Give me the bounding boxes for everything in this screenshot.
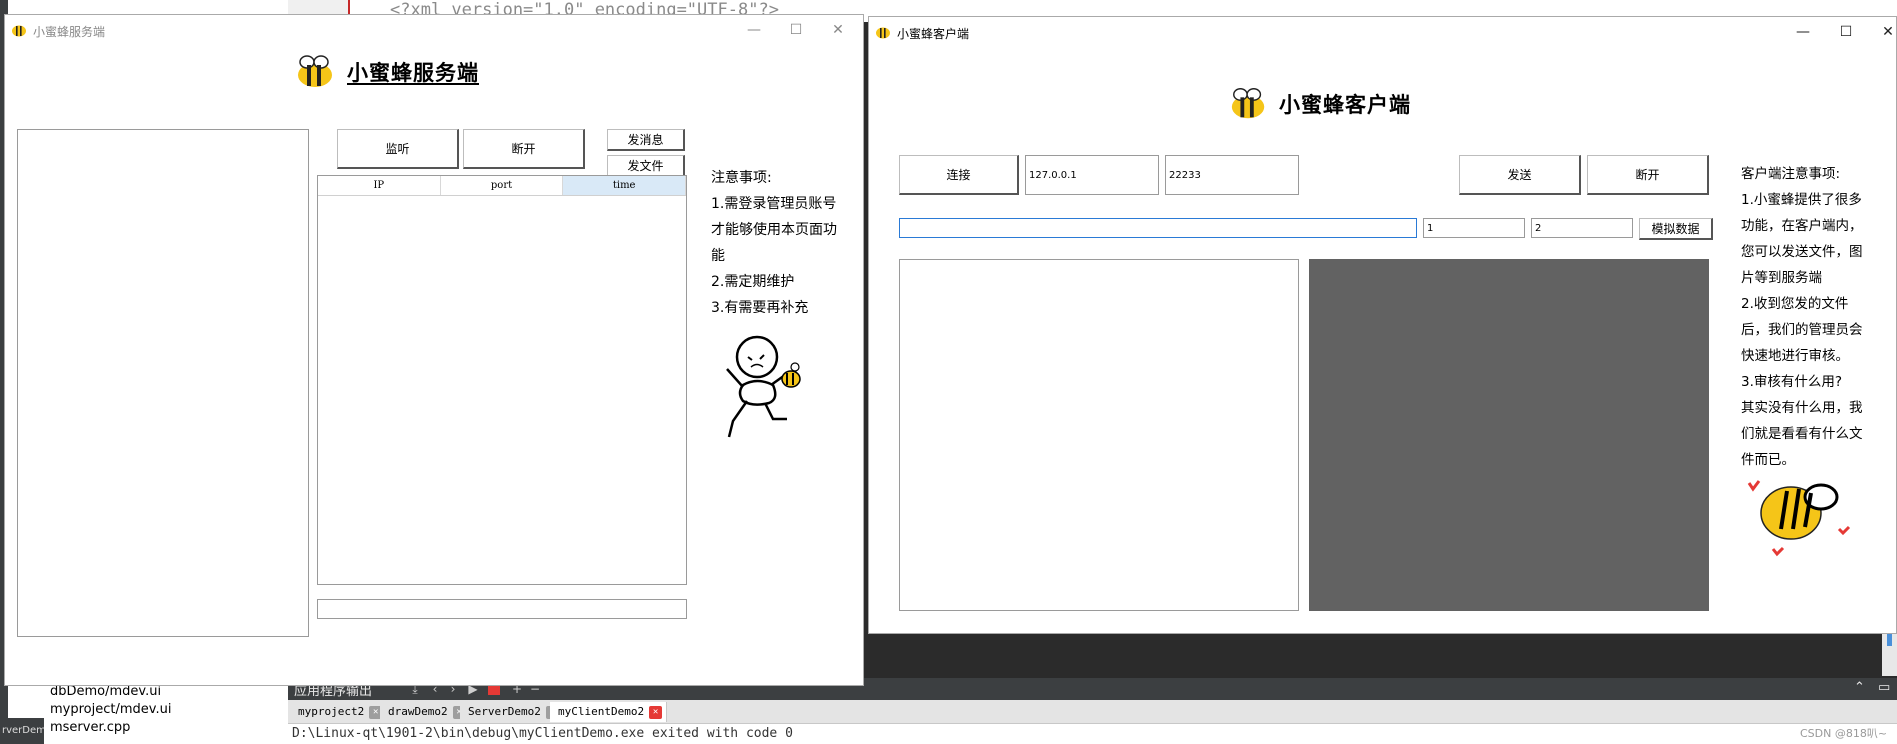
client-notes: 客户端注意事项: 1.小蜜蜂提供了很多 功能，在客户端内， 您可以发送文件，图 … bbox=[1741, 161, 1863, 473]
note-line: 1.需登录管理员账号 bbox=[711, 196, 837, 212]
close-icon[interactable]: ✕ bbox=[827, 19, 849, 41]
minimize-icon[interactable]: — bbox=[743, 19, 765, 41]
note-line: 片等到服务端 bbox=[1741, 270, 1822, 286]
note-line: 2.需定期维护 bbox=[711, 274, 795, 290]
note-line: 们就是看看有什么文 bbox=[1741, 426, 1863, 442]
ide-side-label: rverDemo bbox=[0, 718, 44, 744]
send-button[interactable]: 发送 bbox=[1459, 155, 1581, 195]
note-line: 3.审核有什么用? bbox=[1741, 374, 1843, 390]
note-line: 注意事项: bbox=[711, 170, 772, 186]
bee-logo-icon bbox=[1231, 88, 1265, 119]
note-line: 功能，在客户端内， bbox=[1741, 218, 1863, 234]
project-file[interactable]: myproject/mdev.ui bbox=[50, 702, 171, 717]
server-window: 小蜜蜂服务端 — ☐ ✕ 小蜜蜂服务端 监听 断开 发消息 发文件 IP por… bbox=[4, 14, 864, 686]
note-line: 2.收到您发的文件 bbox=[1741, 296, 1849, 312]
table-header: IP port time bbox=[318, 176, 687, 196]
connect-button[interactable]: 连接 bbox=[899, 155, 1019, 195]
window-title: 小蜜蜂服务端 bbox=[33, 25, 106, 39]
note-line: 客户端注意事项: bbox=[1741, 166, 1841, 182]
server-client-area: 小蜜蜂服务端 监听 断开 发消息 发文件 IP port time 注意事项: … bbox=[5, 45, 863, 685]
send-file-button[interactable]: 发文件 bbox=[607, 155, 685, 177]
close-icon[interactable]: ✕ bbox=[1877, 21, 1897, 43]
watermark: CSDN @818叭~ bbox=[1800, 727, 1888, 740]
client-client-area: 小蜜蜂客户端 连接 发送 断开 模拟数据 客户端注意事项: 1.小蜜蜂提供了很多… bbox=[869, 47, 1896, 633]
close-icon[interactable]: ✕ bbox=[649, 706, 663, 719]
client-title: 小蜜蜂客户端 bbox=[1279, 93, 1411, 117]
server-heading: 小蜜蜂服务端 bbox=[295, 55, 479, 89]
disconnect-button[interactable]: 断开 bbox=[463, 129, 585, 169]
tab-drawdemo2[interactable]: drawDemo2✕ bbox=[380, 702, 471, 722]
stick-figure-doodle bbox=[726, 335, 801, 438]
ide-project-tree: dbDemo/mdev.ui myproject/mdev.ui mserver… bbox=[8, 680, 288, 744]
project-file[interactable]: dbDemo/mdev.ui bbox=[50, 684, 161, 699]
connection-table[interactable]: IP port time bbox=[317, 175, 687, 585]
ip-field[interactable] bbox=[1025, 155, 1159, 195]
column-header-time[interactable]: time bbox=[563, 176, 687, 195]
server-notes: 注意事项: 1.需登录管理员账号 才能够使用本页面功 能 2.需定期维护 3.有… bbox=[711, 165, 837, 321]
client-disconnect-button[interactable]: 断开 bbox=[1587, 155, 1709, 195]
bee-icon bbox=[12, 25, 26, 37]
maximize-icon[interactable]: ☐ bbox=[785, 19, 807, 41]
server-title: 小蜜蜂服务端 bbox=[347, 61, 479, 85]
tab-myproject2[interactable]: myproject2 ✕ bbox=[290, 702, 388, 722]
note-line: 才能够使用本页面功 bbox=[711, 222, 837, 238]
tab-label: myClientDemo2 bbox=[558, 705, 645, 718]
send-message-button[interactable]: 发消息 bbox=[607, 129, 685, 151]
simulate-data-button[interactable]: 模拟数据 bbox=[1639, 218, 1713, 240]
image-display-panel bbox=[1309, 259, 1709, 611]
field-2-input[interactable] bbox=[1531, 218, 1633, 238]
tab-label: myproject2 bbox=[298, 705, 365, 718]
server-titlebar[interactable]: 小蜜蜂服务端 — ☐ ✕ bbox=[5, 15, 863, 45]
tab-serverdemo2[interactable]: ServerDemo2✕ bbox=[460, 702, 564, 722]
note-line: 快速地进行审核。 bbox=[1741, 348, 1849, 364]
client-list[interactable] bbox=[17, 129, 309, 637]
bee-doodle bbox=[1747, 480, 1851, 557]
project-file[interactable]: mserver.cpp bbox=[50, 720, 130, 735]
minimize-icon[interactable]: — bbox=[1792, 21, 1814, 43]
port-field[interactable] bbox=[1165, 155, 1299, 195]
note-line: 您可以发送文件，图 bbox=[1741, 244, 1863, 260]
client-text-area[interactable] bbox=[899, 259, 1299, 611]
client-window: 小蜜蜂客户端 — ☐ ✕ 小蜜蜂客户端 连接 发送 断开 模拟数据 bbox=[868, 16, 1897, 634]
maximize-icon[interactable]: ☐ bbox=[1835, 21, 1857, 43]
tab-myclientdemo2[interactable]: myClientDemo2 ✕ bbox=[550, 702, 668, 722]
note-line: 后，我们的管理员会 bbox=[1741, 322, 1863, 338]
ide-output-tabs: myproject2✕ drawDemo2✕ ServerDemo2✕ myCl… bbox=[288, 700, 1897, 724]
field-1-input[interactable] bbox=[1423, 218, 1525, 238]
chevron-up-icon[interactable]: ⌃ bbox=[1854, 680, 1865, 695]
panel-icon[interactable]: ▭ bbox=[1878, 680, 1890, 695]
tab-label: ServerDemo2 bbox=[468, 705, 541, 718]
note-line: 其实没有什么用，我 bbox=[1741, 400, 1863, 416]
bee-icon bbox=[876, 27, 890, 39]
note-line: 能 bbox=[711, 248, 725, 264]
column-header-port[interactable]: port bbox=[440, 176, 564, 195]
client-heading: 小蜜蜂客户端 bbox=[1229, 87, 1411, 121]
window-title: 小蜜蜂客户端 bbox=[897, 27, 970, 41]
column-header-ip[interactable]: IP bbox=[318, 176, 441, 195]
message-input[interactable] bbox=[899, 218, 1417, 238]
server-message-input[interactable] bbox=[317, 599, 687, 619]
client-titlebar[interactable]: 小蜜蜂客户端 — ☐ ✕ bbox=[869, 17, 1896, 47]
listen-button[interactable]: 监听 bbox=[337, 129, 459, 169]
note-line: 1.小蜜蜂提供了很多 bbox=[1741, 192, 1862, 208]
ide-console-output: D:\Linux-qt\1901-2\bin\debug\myClientDem… bbox=[288, 724, 1897, 744]
bee-logo-icon bbox=[298, 55, 332, 87]
tab-label: drawDemo2 bbox=[388, 705, 448, 718]
note-line: 3.有需要再补充 bbox=[711, 300, 809, 316]
